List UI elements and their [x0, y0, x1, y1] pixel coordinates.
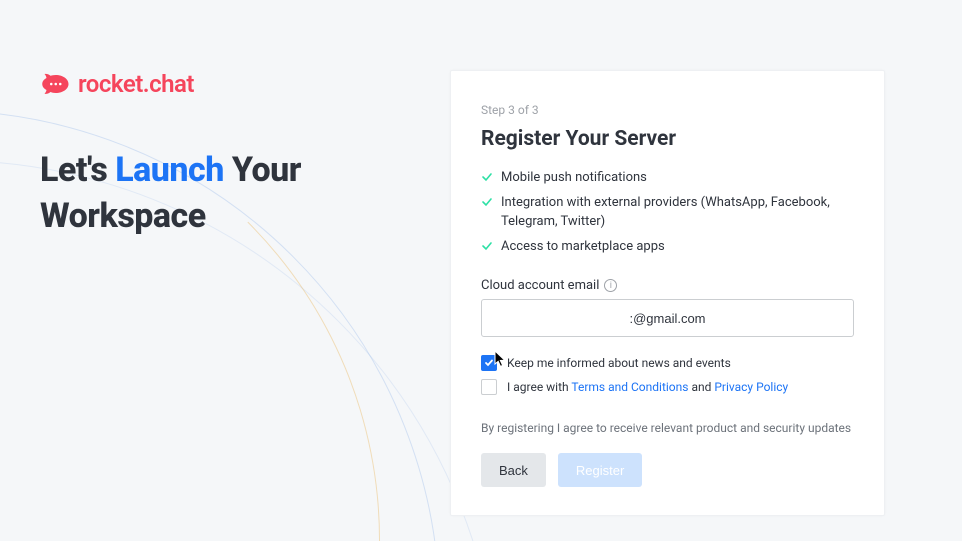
- agree-label: I agree with Terms and Conditions and Pr…: [507, 380, 788, 394]
- agree-checkbox[interactable]: [481, 379, 497, 395]
- rocket-icon: [40, 72, 70, 96]
- feature-item: Access to marketplace apps: [481, 238, 854, 257]
- check-icon: [481, 196, 493, 208]
- register-button[interactable]: Register: [558, 453, 642, 487]
- news-checkbox[interactable]: [481, 355, 497, 371]
- register-card: Step 3 of 3 Register Your Server Mobile …: [450, 70, 885, 516]
- step-indicator: Step 3 of 3: [481, 103, 854, 117]
- feature-item: Mobile push notifications: [481, 169, 854, 188]
- back-button[interactable]: Back: [481, 453, 546, 487]
- info-icon[interactable]: i: [604, 279, 617, 292]
- brand-name: rocket.chat: [78, 70, 194, 98]
- news-label: Keep me informed about news and events: [507, 356, 731, 370]
- terms-link[interactable]: Terms and Conditions: [571, 380, 688, 394]
- card-title: Register Your Server: [481, 127, 854, 151]
- feature-list: Mobile push notifications Integration wi…: [481, 169, 854, 256]
- check-icon: [481, 171, 493, 183]
- brand-logo: rocket.chat: [40, 70, 420, 98]
- email-field[interactable]: [481, 299, 854, 337]
- check-icon: [481, 240, 493, 252]
- page-tagline: Let's Launch Your Workspace: [40, 148, 420, 240]
- disclaimer-text: By registering I agree to receive releva…: [481, 421, 854, 435]
- privacy-link[interactable]: Privacy Policy: [714, 380, 788, 394]
- feature-item: Integration with external providers (Wha…: [481, 194, 854, 232]
- email-label: Cloud account email i: [481, 278, 854, 293]
